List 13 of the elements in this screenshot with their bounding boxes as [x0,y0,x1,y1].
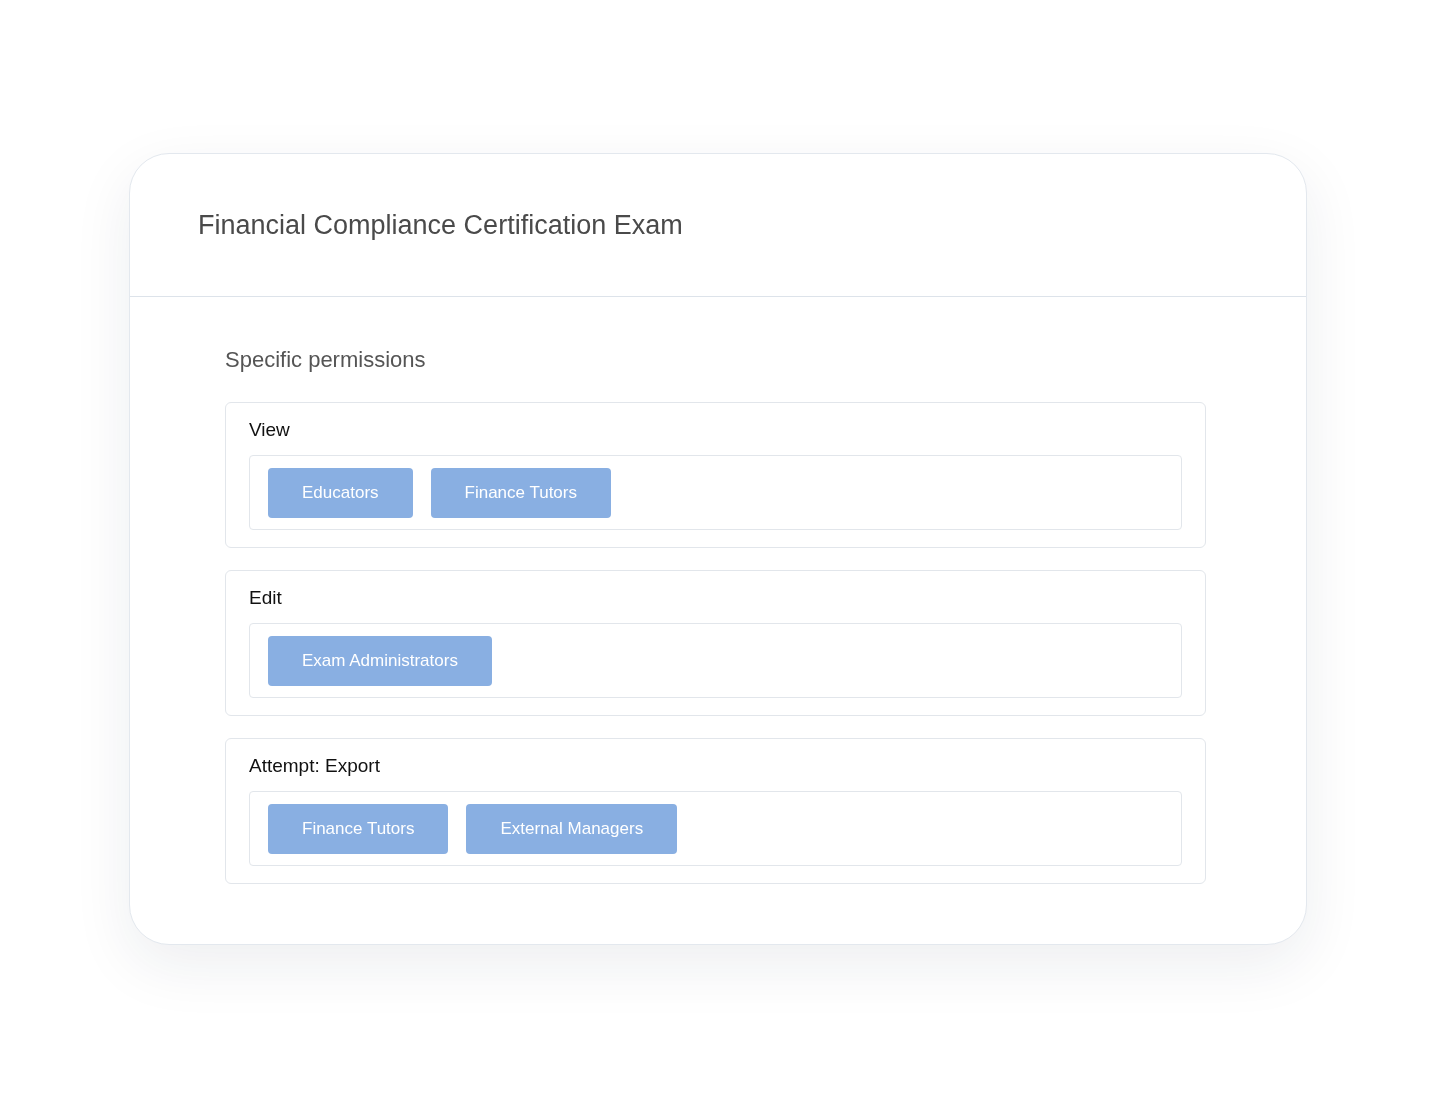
tag-input-field[interactable]: Educators Finance Tutors [249,455,1182,530]
group-tag[interactable]: External Managers [466,803,678,854]
group-tag[interactable]: Finance Tutors [430,467,611,518]
tag-input-field[interactable]: Exam Administrators [249,623,1182,698]
section-heading: Specific permissions [225,346,427,374]
group-tag[interactable]: Finance Tutors [268,803,449,854]
permission-label: Attempt: Export [249,754,381,778]
permission-label: Edit [249,586,283,610]
group-tag[interactable]: Educators [268,467,413,518]
tag-input-field[interactable]: Finance Tutors External Managers [249,791,1182,866]
card-title: Financial Compliance Certification Exam [198,208,683,242]
group-tag[interactable]: Exam Administrators [268,635,492,686]
permission-label: View [249,418,291,442]
